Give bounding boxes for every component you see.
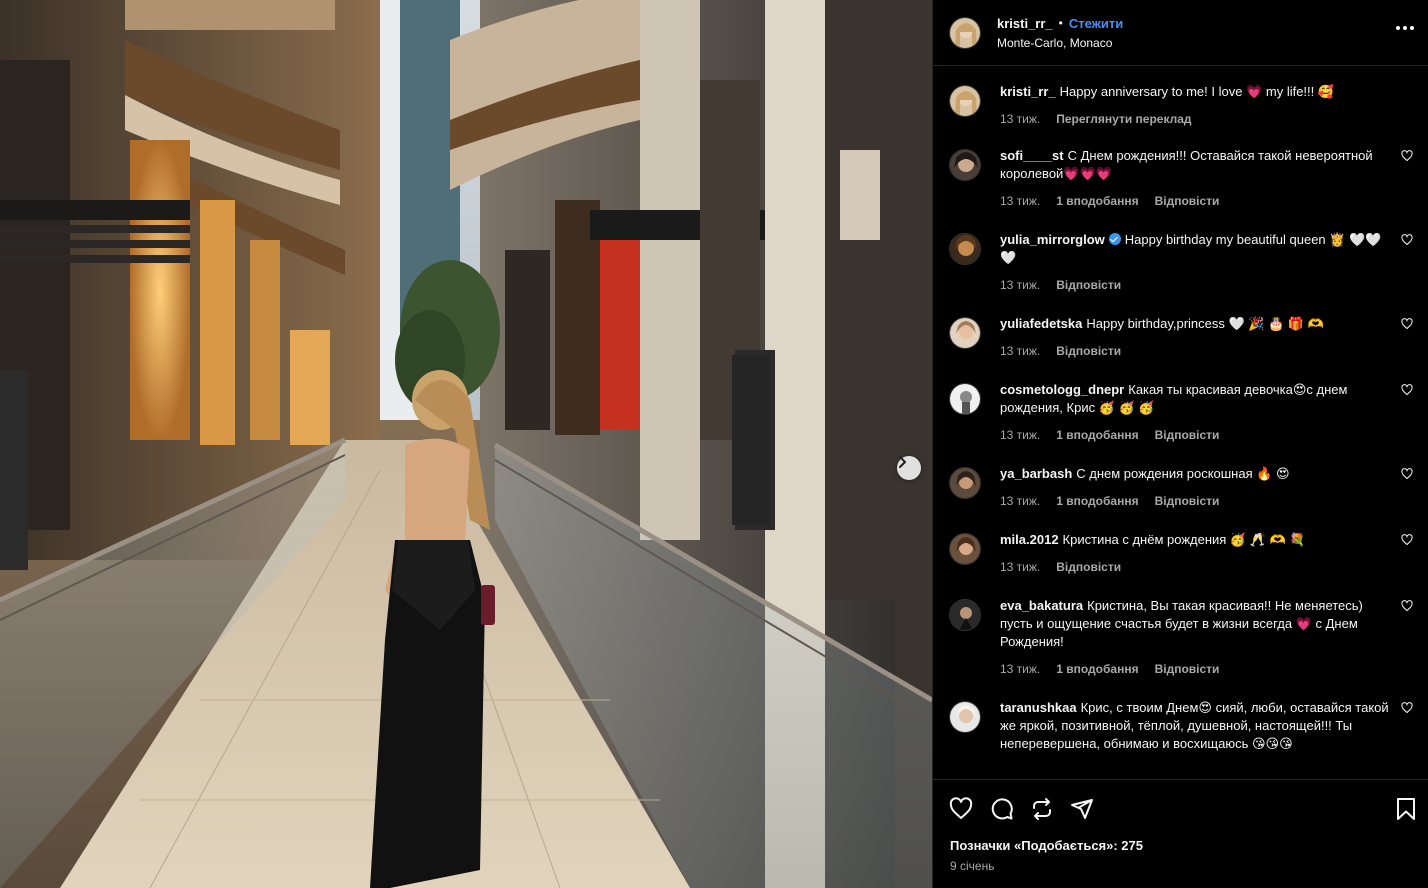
comment-username[interactable]: eva_bakatura (1000, 598, 1083, 613)
comment-time[interactable]: 13 тиж. (1000, 558, 1040, 576)
avatar[interactable] (949, 533, 981, 565)
comment-item: yulia_mirrorglow Happy birthday my beauti… (949, 231, 1413, 294)
comment-time[interactable]: 13 тиж. (1000, 492, 1040, 510)
reply-button[interactable]: Відповісти (1056, 342, 1121, 360)
post-header: kristi_rr_ • Стежити Monte-Carlo, Monaco (933, 0, 1428, 66)
comment-item: cosmetologg_dnepr Какая ты красивая девоч… (949, 381, 1413, 444)
comments-list[interactable]: kristi_rr_ Happy anniversary to me! I lov… (933, 67, 1428, 779)
comment-username[interactable]: yuliafedetska (1000, 316, 1082, 331)
avatar[interactable] (949, 16, 981, 49)
post-side-panel: kristi_rr_ • Стежити Monte-Carlo, Monaco… (932, 0, 1428, 888)
comment-item: sofi____st С Днем рождения!!! Оставайся т… (949, 147, 1413, 210)
comment-likes[interactable]: 1 вподобання (1056, 492, 1138, 510)
comment-username[interactable]: yulia_mirrorglow (1000, 232, 1105, 247)
comment-like-heart-icon[interactable] (1401, 150, 1413, 162)
comment-text: С днем рождения роскошная 🔥 😍 (1076, 466, 1290, 481)
avatar[interactable] (949, 85, 981, 117)
comment-icon[interactable] (990, 797, 1014, 821)
follow-button[interactable]: Стежити (1069, 16, 1123, 31)
reply-button[interactable]: Відповісти (1155, 660, 1220, 678)
comment-time[interactable]: 13 тиж. (1000, 110, 1040, 128)
comment-like-heart-icon[interactable] (1401, 600, 1413, 612)
avatar[interactable] (949, 701, 981, 733)
chevron-right-icon (899, 456, 906, 468)
likes-count[interactable]: Позначки «Подобається»: 275 (950, 838, 1143, 853)
post-actions-section: Позначки «Подобається»: 275 9 січень (933, 779, 1428, 888)
comment-likes[interactable]: 1 вподобання (1056, 426, 1138, 444)
comment-like-heart-icon[interactable] (1401, 534, 1413, 546)
comment-item: taranushkaa Крис, с твоим Днем😍 сияй, люб… (949, 699, 1413, 753)
bookmark-icon[interactable] (1395, 797, 1417, 821)
avatar[interactable] (949, 467, 981, 499)
verified-badge-icon (1108, 233, 1121, 245)
comment-username[interactable]: kristi_rr_ (1000, 84, 1056, 99)
avatar[interactable] (949, 383, 981, 415)
reply-button[interactable]: Відповісти (1056, 558, 1121, 576)
comment-username[interactable]: cosmetologg_dnepr (1000, 382, 1124, 397)
comment-item: ya_barbash С днем рождения роскошная 🔥 😍 … (949, 465, 1413, 510)
comment-text: Кристина с днём рождения 🥳 🥂 🫶 💐 (1062, 532, 1306, 547)
post-date[interactable]: 9 січень (950, 859, 994, 873)
comment-text: Happy birthday,princess 🤍 🎉 🎂 🎁 🫶 (1086, 316, 1324, 331)
comment-like-heart-icon[interactable] (1401, 384, 1413, 396)
avatar[interactable] (949, 233, 981, 265)
reply-button[interactable]: Відповісти (1155, 192, 1220, 210)
comment-likes[interactable]: 1 вподобання (1056, 192, 1138, 210)
share-icon[interactable] (1070, 797, 1094, 821)
reply-button[interactable]: Відповісти (1155, 426, 1220, 444)
comment-username[interactable]: mila.2012 (1000, 532, 1059, 547)
comment-time[interactable]: 13 тиж. (1000, 192, 1040, 210)
comment-item: kristi_rr_ Happy anniversary to me! I lov… (949, 83, 1413, 128)
avatar[interactable] (949, 317, 981, 349)
comment-like-heart-icon[interactable] (1401, 234, 1413, 246)
comment-time[interactable]: 13 тиж. (1000, 660, 1040, 678)
repost-icon[interactable] (1030, 797, 1054, 821)
comment-username[interactable]: ya_barbash (1000, 466, 1072, 481)
post-image (0, 0, 932, 888)
comment-item: yuliafedetska Happy birthday,princess 🤍 🎉… (949, 315, 1413, 360)
action-buttons (949, 797, 1417, 823)
avatar[interactable] (949, 149, 981, 181)
reply-button[interactable]: Відповісти (1056, 276, 1121, 294)
comment-like-heart-icon[interactable] (1401, 702, 1413, 714)
comment-like-heart-icon[interactable] (1401, 468, 1413, 480)
comment-time[interactable]: 13 тиж. (1000, 342, 1040, 360)
comment-likes[interactable]: 1 вподобання (1056, 660, 1138, 678)
more-options-icon[interactable] (1396, 26, 1414, 30)
comment-like-heart-icon[interactable] (1401, 318, 1413, 330)
comment-username[interactable]: taranushkaa (1000, 700, 1077, 715)
post-location[interactable]: Monte-Carlo, Monaco (997, 36, 1123, 50)
comment-item: mila.2012 Кристина с днём рождения 🥳 🥂 🫶 … (949, 531, 1413, 576)
next-photo-button[interactable] (897, 456, 921, 480)
see-translation-link[interactable]: Переглянути переклад (1056, 110, 1191, 128)
avatar[interactable] (949, 599, 981, 631)
comment-time[interactable]: 13 тиж. (1000, 426, 1040, 444)
reply-button[interactable]: Відповісти (1155, 492, 1220, 510)
comment-time[interactable]: 13 тиж. (1000, 276, 1040, 294)
separator-dot: • (1058, 16, 1063, 30)
comment-username[interactable]: sofi____st (1000, 148, 1064, 163)
post-photo[interactable] (0, 0, 932, 888)
like-heart-icon[interactable] (949, 797, 973, 821)
author-username[interactable]: kristi_rr_ (997, 16, 1053, 31)
comment-text: Happy anniversary to me! I love 💗 my lif… (1059, 84, 1335, 99)
comment-item: eva_bakatura Кристина, Вы такая красивая!… (949, 597, 1413, 678)
